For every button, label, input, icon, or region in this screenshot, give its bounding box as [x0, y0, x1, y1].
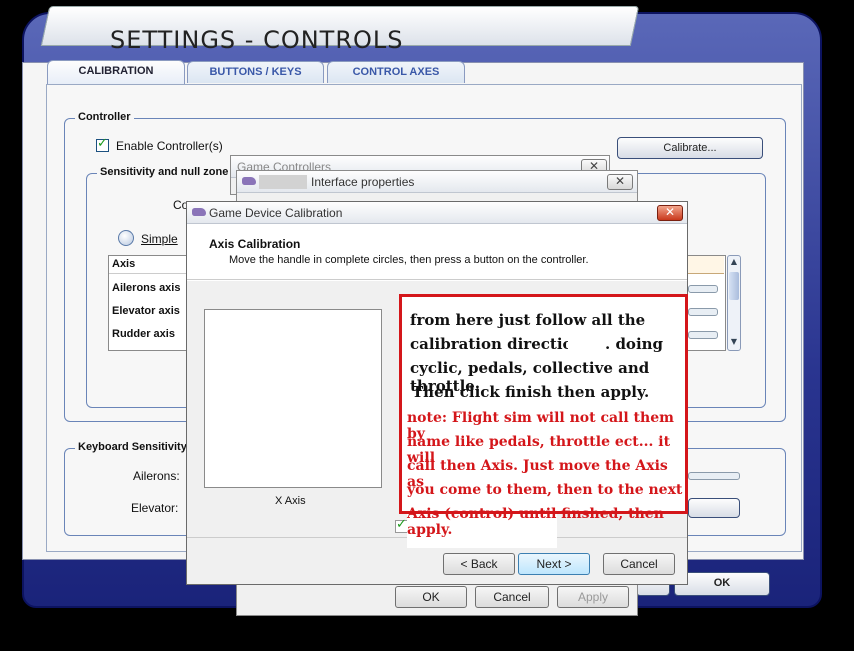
simple-label[interactable]: Simple — [141, 232, 178, 246]
sensitivity-group-legend: Sensitivity and null zone — [97, 166, 232, 178]
enable-controller-label[interactable]: Enable Controller(s) — [116, 139, 223, 153]
ailerons-keyboard-slider[interactable] — [688, 472, 740, 480]
interface-joystick-icon — [242, 177, 256, 185]
annotation-redacted — [568, 338, 606, 352]
calibration-close-button[interactable]: ✕ — [657, 205, 683, 221]
calibration-header: Axis Calibration Move the handle in comp… — [187, 224, 687, 280]
elevator-keyboard-control[interactable] — [688, 498, 740, 518]
axis-list-header: Axis — [109, 256, 189, 274]
axis-list-right — [688, 255, 726, 351]
scroll-up-icon[interactable]: ▲ — [729, 257, 739, 269]
settings-title: SETTINGS - CONTROLS — [110, 26, 404, 54]
annotation-line-4: Then click finish then apply. — [412, 383, 650, 401]
annotation-line-2a: calibration directions — [410, 335, 592, 353]
calibration-joystick-icon — [192, 208, 206, 216]
simple-radio[interactable] — [118, 230, 134, 246]
axis-calibration-heading: Axis Calibration — [209, 237, 301, 251]
elevator-axis-slider[interactable] — [688, 308, 718, 316]
x-axis-box — [204, 309, 382, 488]
interface-ok-button[interactable]: OK — [395, 586, 467, 608]
calibrate-button[interactable]: Calibrate... — [617, 137, 763, 159]
axis-row-rudder[interactable]: Rudder axis — [112, 328, 175, 340]
axis-row-ailerons[interactable]: Ailerons axis — [112, 282, 180, 294]
calibration-title: Game Device Calibration — [209, 206, 343, 220]
interface-apply-button: Apply — [557, 586, 629, 608]
annotation-line-1: from here just follow all the — [410, 311, 646, 329]
redacted-device-name — [259, 175, 307, 189]
interface-cancel-button[interactable]: Cancel — [475, 586, 549, 608]
tab-calibration[interactable]: CALIBRATION — [47, 60, 185, 84]
elevator-label: Elevator: — [131, 501, 179, 515]
axis-row-elevator[interactable]: Elevator axis — [112, 305, 180, 317]
axis-calibration-subheading: Move the handle in complete circles, the… — [229, 254, 589, 266]
annotation-note-4: you come to them, then to the next — [407, 482, 683, 498]
rudder-axis-slider[interactable] — [688, 331, 718, 339]
axis-list[interactable]: Axis Ailerons axis Elevator axis Rudder … — [108, 255, 190, 351]
calibration-next-button[interactable]: Next > — [518, 553, 590, 575]
calibration-cancel-button[interactable]: Cancel — [603, 553, 675, 575]
ailerons-label: Ailerons: — [133, 469, 180, 483]
enable-controller-checkbox[interactable] — [96, 136, 109, 152]
axis-header-row-right — [688, 256, 724, 274]
annotation-line-2b: . doing — [605, 335, 664, 353]
annotation-note-5: Axis (control) until finshed, then apply… — [407, 506, 664, 538]
interface-properties-title: Interface properties — [311, 175, 415, 189]
scroll-thumb[interactable] — [729, 272, 739, 300]
controller-group-legend: Controller — [75, 111, 134, 123]
tab-control-axes[interactable]: CONTROL AXES — [327, 61, 465, 83]
calibration-titlebar: Game Device Calibration — [187, 202, 687, 224]
axis-list-scrollbar[interactable]: ▲ ▼ — [727, 255, 741, 351]
calibration-back-button[interactable]: < Back — [443, 553, 515, 575]
tab-buttons-keys[interactable]: BUTTONS / KEYS — [187, 61, 324, 83]
keyboard-group-legend: Keyboard Sensitivity — [75, 441, 190, 453]
interface-properties-close-button[interactable]: ✕ — [607, 174, 633, 190]
scroll-down-icon[interactable]: ▼ — [729, 337, 739, 349]
settings-ok-button[interactable]: OK — [674, 572, 770, 596]
axis-header-label: Axis — [112, 258, 136, 270]
x-axis-label: X Axis — [275, 495, 306, 507]
interface-properties-titlebar: Interface properties — [237, 171, 637, 193]
ailerons-axis-slider[interactable] — [688, 285, 718, 293]
